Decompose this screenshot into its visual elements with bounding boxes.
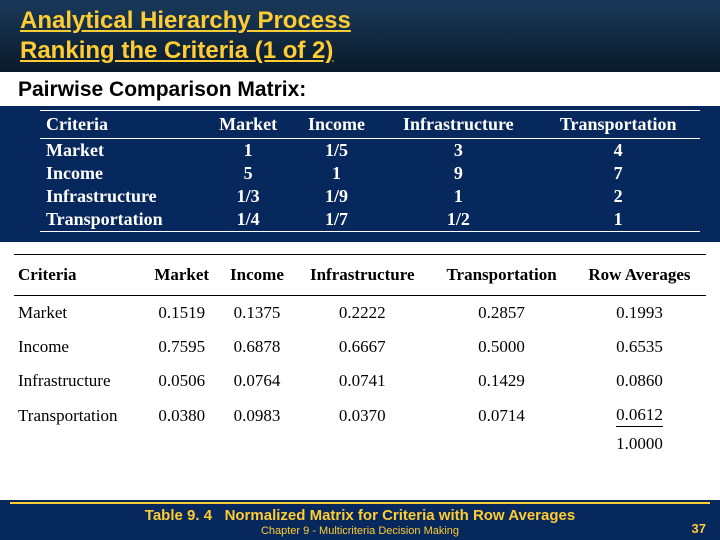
cell: 1/2	[380, 208, 536, 232]
caption-text: Normalized Matrix for Criteria with Row …	[225, 507, 576, 524]
cell: 0.1519	[144, 296, 220, 331]
col-header: Criteria	[14, 255, 144, 296]
cell: 1	[293, 162, 381, 185]
normalized-matrix-block: Criteria Market Income Infrastructure Tr…	[0, 242, 720, 461]
row-avg-sum: 1.0000	[573, 434, 706, 461]
cell: 0.0983	[220, 398, 295, 434]
col-header: Transportation	[536, 111, 700, 139]
col-header: Criteria	[40, 111, 204, 139]
cell: 0.0380	[144, 398, 220, 434]
cell: 0.0612	[573, 398, 706, 434]
cell: 1/3	[204, 185, 293, 208]
col-header: Transportation	[430, 255, 573, 296]
cell: 1/4	[204, 208, 293, 232]
cell: 0.0506	[144, 364, 220, 398]
cell: 2	[536, 185, 700, 208]
cell: 1	[536, 208, 700, 232]
col-header: Income	[293, 111, 381, 139]
cell: 1/5	[293, 139, 381, 163]
cell: 0.1993	[573, 296, 706, 331]
cell: 0.0860	[573, 364, 706, 398]
cell: 7	[536, 162, 700, 185]
cell: 0.0764	[220, 364, 295, 398]
cell: 0.6535	[573, 330, 706, 364]
table-header-row: Criteria Market Income Infrastructure Tr…	[40, 111, 700, 139]
cell: 1	[380, 185, 536, 208]
row-label: Transportation	[40, 208, 204, 232]
footer-divider	[10, 502, 710, 504]
cell: 1	[204, 139, 293, 163]
col-header: Infrastructure	[294, 255, 430, 296]
col-header: Row Averages	[573, 255, 706, 296]
row-label: Market	[14, 296, 144, 331]
cell: 0.0714	[430, 398, 573, 434]
page-number: 37	[692, 521, 706, 536]
cell: 0.1375	[220, 296, 295, 331]
col-header: Income	[220, 255, 295, 296]
cell: 0.6878	[220, 330, 295, 364]
cell: 0.6667	[294, 330, 430, 364]
slide-footer: Table 9. 4 Normalized Matrix for Criteri…	[0, 500, 720, 540]
table-row: Infrastructure 1/3 1/9 1 2	[40, 185, 700, 208]
caption-label: Table 9. 4	[145, 507, 212, 524]
pairwise-matrix-table: Criteria Market Income Infrastructure Tr…	[40, 110, 700, 232]
cell: 0.0370	[294, 398, 430, 434]
table-row: Transportation 1/4 1/7 1/2 1	[40, 208, 700, 232]
row-label: Income	[14, 330, 144, 364]
cell: 0.5000	[430, 330, 573, 364]
row-label: Transportation	[14, 398, 144, 434]
title-line-2: Ranking the Criteria (1 of 2)	[20, 37, 333, 64]
slide-title: Analytical Hierarchy Process Ranking the…	[20, 6, 700, 66]
col-header: Market	[144, 255, 220, 296]
cell: 9	[380, 162, 536, 185]
cell: 0.1429	[430, 364, 573, 398]
cell: 0.2222	[294, 296, 430, 331]
table-row: Income 5 1 9 7	[40, 162, 700, 185]
col-header: Market	[204, 111, 293, 139]
normalized-matrix-table: Criteria Market Income Infrastructure Tr…	[14, 254, 706, 461]
table-row: Market 1 1/5 3 4	[40, 139, 700, 163]
table-caption: Table 9. 4 Normalized Matrix for Criteri…	[10, 507, 710, 524]
section-subheader: Pairwise Comparison Matrix:	[0, 72, 720, 106]
row-label: Infrastructure	[40, 185, 204, 208]
cell: 5	[204, 162, 293, 185]
sum-row: 1.0000	[14, 434, 706, 461]
subtitle: Pairwise Comparison Matrix:	[18, 78, 702, 102]
col-header: Infrastructure	[380, 111, 536, 139]
title-line-1: Analytical Hierarchy Process	[20, 7, 351, 34]
cell: 0.7595	[144, 330, 220, 364]
table-row: Transportation 0.0380 0.0983 0.0370 0.07…	[14, 398, 706, 434]
table-header-row: Criteria Market Income Infrastructure Tr…	[14, 255, 706, 296]
row-label: Infrastructure	[14, 364, 144, 398]
row-avg-last: 0.0612	[616, 405, 663, 427]
cell: 0.0741	[294, 364, 430, 398]
row-label: Income	[40, 162, 204, 185]
cell: 1/9	[293, 185, 381, 208]
cell: 0.2857	[430, 296, 573, 331]
row-label: Market	[40, 139, 204, 163]
cell: 3	[380, 139, 536, 163]
table-row: Income 0.7595 0.6878 0.6667 0.5000 0.653…	[14, 330, 706, 364]
cell: 4	[536, 139, 700, 163]
pairwise-matrix-block: Criteria Market Income Infrastructure Tr…	[0, 106, 720, 242]
cell: 1/7	[293, 208, 381, 232]
chapter-label: Chapter 9 - Multicriteria Decision Makin…	[10, 525, 710, 537]
slide-header: Analytical Hierarchy Process Ranking the…	[0, 0, 720, 72]
table-row: Infrastructure 0.0506 0.0764 0.0741 0.14…	[14, 364, 706, 398]
table-row: Market 0.1519 0.1375 0.2222 0.2857 0.199…	[14, 296, 706, 331]
